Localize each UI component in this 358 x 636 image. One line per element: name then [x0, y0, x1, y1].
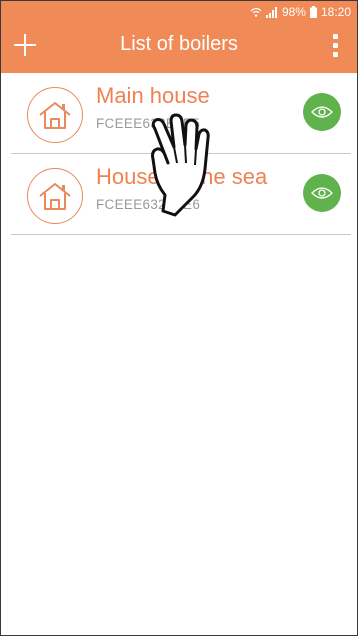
boiler-id: FCEEE632B4E5 [96, 116, 201, 131]
top-bar: 98% 18:20 List of boilers [1, 1, 357, 73]
boiler-list-item[interactable]: Main house FCEEE632B4E5 [11, 73, 351, 154]
view-boiler-button[interactable] [303, 174, 341, 212]
boiler-name: Main house [96, 83, 210, 108]
boiler-list: Main house FCEEE632B4E5 House by the sea [1, 73, 357, 235]
app-bar: List of boilers [1, 23, 357, 73]
status-bar: 98% 18:20 [1, 1, 357, 23]
clock: 18:20 [320, 5, 351, 19]
page-title: List of boilers [120, 33, 238, 55]
house-icon [27, 168, 83, 224]
battery-icon [309, 6, 317, 18]
wifi-icon [250, 7, 262, 18]
app-screen: 98% 18:20 List of boilers Main house FCE… [0, 0, 358, 636]
view-boiler-button[interactable] [303, 93, 341, 131]
eye-icon [311, 106, 333, 118]
boiler-list-item[interactable]: House by the sea FCEEE632B4E6 [11, 154, 351, 235]
more-vertical-icon [332, 33, 338, 39]
house-icon [27, 87, 83, 143]
more-options-button[interactable] [327, 29, 343, 61]
battery-percentage: 98% [281, 5, 306, 19]
eye-icon [311, 187, 333, 199]
boiler-id: FCEEE632B4E6 [96, 197, 201, 212]
signal-icon [265, 6, 278, 18]
boiler-name: House by the sea [96, 164, 268, 189]
